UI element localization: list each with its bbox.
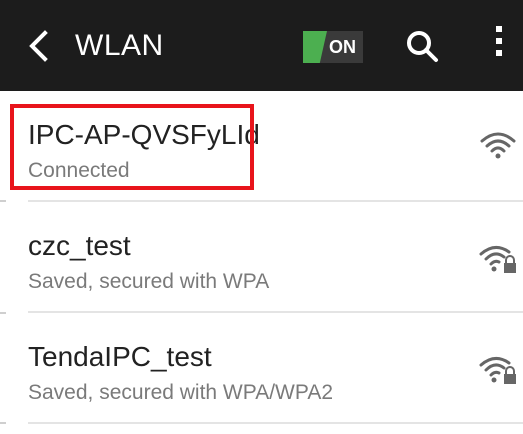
edge-tick [0, 312, 6, 314]
network-status: Connected [28, 159, 130, 182]
more-vertical-icon [490, 26, 508, 56]
back-button[interactable] [27, 30, 51, 62]
search-button[interactable] [405, 29, 439, 63]
wifi-lock-icon [479, 246, 516, 273]
wifi-lock-icon [479, 357, 516, 384]
wifi-signal-icon [480, 132, 516, 159]
chevron-left-icon [29, 30, 48, 62]
network-status: Saved, secured with WPA/WPA2 [28, 381, 334, 404]
network-name: czc_test [28, 230, 131, 261]
network-list: IPC-AP-QVSFyLId Connected czc_test Saved… [0, 91, 523, 424]
page-title: WLAN [75, 29, 164, 62]
network-name: TendaIPC_test [28, 341, 212, 372]
toggle-on-indicator [303, 31, 327, 63]
search-icon [407, 31, 438, 62]
edge-tick [0, 422, 6, 424]
edge-tick [0, 200, 6, 202]
divider [28, 422, 523, 424]
network-item-connected[interactable]: IPC-AP-QVSFyLId Connected [0, 91, 523, 202]
more-options-button[interactable] [490, 26, 508, 66]
network-item-saved[interactable]: TendaIPC_test Saved, secured with WPA/WP… [0, 313, 523, 424]
network-name: IPC-AP-QVSFyLId [28, 119, 260, 150]
network-item-saved[interactable]: czc_test Saved, secured with WPA [0, 202, 523, 313]
network-status: Saved, secured with WPA [28, 270, 270, 293]
toggle-label: ON [329, 37, 356, 57]
wlan-toggle[interactable]: ON [303, 31, 363, 63]
app-header: WLAN ON [0, 0, 523, 91]
